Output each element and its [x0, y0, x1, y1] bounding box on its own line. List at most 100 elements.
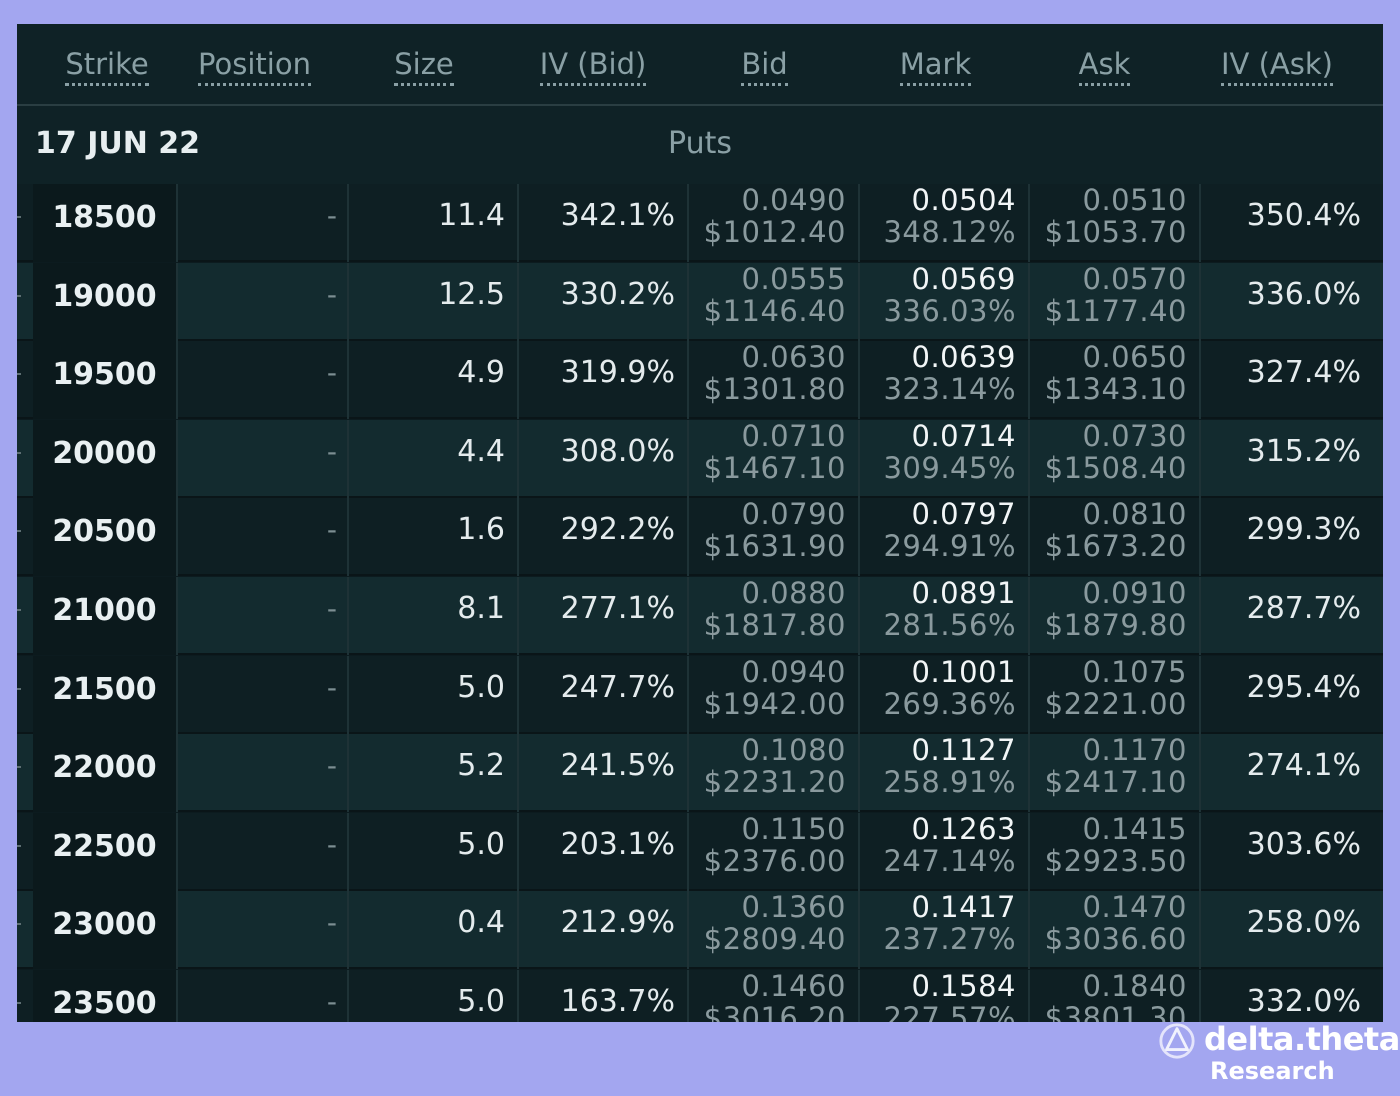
iv-ask-cell[interactable]: 299.3%	[1201, 498, 1369, 576]
row-edge-marker	[17, 341, 31, 419]
mark-cell: 0.0504 348.12%	[860, 184, 1030, 262]
ask-cell[interactable]: 0.0650 $1343.10	[1030, 341, 1201, 419]
col-header-iv-ask[interactable]: IV (Ask)	[1207, 46, 1347, 86]
mark-iv: 323.14%	[883, 372, 1016, 406]
bid-usd: $1146.40	[703, 294, 846, 328]
ask-cell[interactable]: 0.0730 $1508.40	[1030, 420, 1201, 498]
col-header-bid[interactable]: Bid	[717, 46, 812, 86]
ask-cell[interactable]: 0.0510 $1053.70	[1030, 184, 1201, 262]
ask-price: 0.0730	[1082, 419, 1187, 453]
table-row[interactable]: 23000-0.4 212.9% 0.1360 $2809.40 0.1417 237.2…	[17, 891, 1383, 969]
strike-cell[interactable]: 21500	[33, 656, 178, 734]
table-row[interactable]: 20500-1.6 292.2% 0.0790 $1631.90 0.0797 294.9…	[17, 498, 1383, 576]
row-edge-marker	[17, 577, 31, 655]
table-row[interactable]: 19000-12.5 330.2% 0.0555 $1146.40 0.0569 336.…	[17, 263, 1383, 341]
ask-cell[interactable]: 0.0570 $1177.40	[1030, 263, 1201, 341]
strike-cell[interactable]: 18500	[33, 184, 178, 262]
iv-ask-cell[interactable]: 303.6%	[1201, 813, 1369, 891]
position-cell: -	[178, 420, 349, 498]
ask-cell[interactable]: 0.0910 $1879.80	[1030, 577, 1201, 655]
bid-cell[interactable]: 0.1150 $2376.00	[689, 813, 860, 891]
iv-ask-cell[interactable]: 336.0%	[1201, 263, 1369, 341]
strike-cell[interactable]: 23500	[33, 970, 178, 1022]
strike-cell[interactable]: 22000	[33, 734, 178, 812]
table-row[interactable]: 20000-4.4 308.0% 0.0710 $1467.10 0.0714 309.4…	[17, 420, 1383, 498]
iv-ask-cell[interactable]: 274.1%	[1201, 734, 1369, 812]
ask-price: 0.1170	[1082, 733, 1187, 767]
ask-cell[interactable]: 0.1415 $2923.50	[1030, 813, 1201, 891]
col-header-ask[interactable]: Ask	[1057, 46, 1152, 86]
row-edge-marker	[17, 734, 31, 812]
size-cell: 11.4	[349, 184, 519, 262]
iv-bid-cell[interactable]: 203.1%	[519, 813, 689, 891]
col-header-strike[interactable]: Strike	[47, 46, 167, 86]
iv-ask-cell[interactable]: 315.2%	[1201, 420, 1369, 498]
bid-cell[interactable]: 0.1080 $2231.20	[689, 734, 860, 812]
mark-cell: 0.0891 281.56%	[860, 577, 1030, 655]
strike-cell[interactable]: 20000	[33, 420, 178, 498]
iv-bid-cell[interactable]: 319.9%	[519, 341, 689, 419]
col-header-size[interactable]: Size	[369, 46, 479, 86]
position-cell: -	[178, 184, 349, 262]
mark-price: 0.0569	[911, 262, 1016, 296]
iv-bid-cell[interactable]: 330.2%	[519, 263, 689, 341]
strike-cell[interactable]: 21000	[33, 577, 178, 655]
bid-cell[interactable]: 0.0630 $1301.80	[689, 341, 860, 419]
strike-cell[interactable]: 23000	[33, 891, 178, 969]
bid-cell[interactable]: 0.0790 $1631.90	[689, 498, 860, 576]
mark-cell: 0.0639 323.14%	[860, 341, 1030, 419]
iv-bid-cell[interactable]: 247.7%	[519, 656, 689, 734]
ask-price: 0.0650	[1082, 340, 1187, 374]
iv-ask-cell[interactable]: 295.4%	[1201, 656, 1369, 734]
iv-bid-cell[interactable]: 241.5%	[519, 734, 689, 812]
iv-bid-cell[interactable]: 277.1%	[519, 577, 689, 655]
ask-usd: $3801.30	[1044, 1001, 1187, 1022]
position-cell: -	[178, 891, 349, 969]
col-header-position[interactable]: Position	[187, 46, 322, 86]
ask-usd: $1053.70	[1044, 215, 1187, 249]
bid-cell[interactable]: 0.1460 $3016.20	[689, 970, 860, 1022]
size-cell: 5.0	[349, 656, 519, 734]
iv-bid-cell[interactable]: 212.9%	[519, 891, 689, 969]
ask-cell[interactable]: 0.0810 $1673.20	[1030, 498, 1201, 576]
ask-cell[interactable]: 0.1470 $3036.60	[1030, 891, 1201, 969]
table-row[interactable]: 19500-4.9 319.9% 0.0630 $1301.80 0.0639 323.1…	[17, 341, 1383, 419]
iv-ask-cell[interactable]: 332.0%	[1201, 970, 1369, 1022]
table-row[interactable]: 23500-5.0 163.7% 0.1460 $3016.20 0.1584 227.5…	[17, 970, 1383, 1022]
strike-cell[interactable]: 19500	[33, 341, 178, 419]
strike-cell[interactable]: 22500	[33, 813, 178, 891]
iv-bid-cell[interactable]: 292.2%	[519, 498, 689, 576]
ask-cell[interactable]: 0.1170 $2417.10	[1030, 734, 1201, 812]
iv-bid-cell[interactable]: 163.7%	[519, 970, 689, 1022]
table-row[interactable]: 22500-5.0 203.1% 0.1150 $2376.00 0.1263 247.1…	[17, 813, 1383, 891]
table-row[interactable]: 21500-5.0 247.7% 0.0940 $1942.00 0.1001 269.3…	[17, 656, 1383, 734]
bid-cell[interactable]: 0.1360 $2809.40	[689, 891, 860, 969]
bid-cell[interactable]: 0.0555 $1146.40	[689, 263, 860, 341]
ask-cell[interactable]: 0.1840 $3801.30	[1030, 970, 1201, 1022]
table-row[interactable]: 22000-5.2 241.5% 0.1080 $2231.20 0.1127 258.9…	[17, 734, 1383, 812]
iv-ask-cell[interactable]: 327.4%	[1201, 341, 1369, 419]
iv-ask-cell[interactable]: 258.0%	[1201, 891, 1369, 969]
col-header-iv-bid[interactable]: IV (Bid)	[523, 46, 663, 86]
table-row[interactable]: 18500-11.4 342.1% 0.0490 $1012.40 0.0504 348.…	[17, 184, 1383, 262]
iv-bid-cell[interactable]: 342.1%	[519, 184, 689, 262]
ask-cell[interactable]: 0.1075 $2221.00	[1030, 656, 1201, 734]
bid-cell[interactable]: 0.0880 $1817.80	[689, 577, 860, 655]
table-row[interactable]: 21000-8.1 277.1% 0.0880 $1817.80 0.0891 281.5…	[17, 577, 1383, 655]
mark-iv: 281.56%	[883, 608, 1016, 642]
iv-bid-cell[interactable]: 308.0%	[519, 420, 689, 498]
mark-cell: 0.0569 336.03%	[860, 263, 1030, 341]
position-cell: -	[178, 341, 349, 419]
bid-price: 0.0555	[741, 262, 846, 296]
bid-cell[interactable]: 0.0940 $1942.00	[689, 656, 860, 734]
iv-ask-cell[interactable]: 350.4%	[1201, 184, 1369, 262]
ask-price: 0.0910	[1082, 576, 1187, 610]
bid-cell[interactable]: 0.0710 $1467.10	[689, 420, 860, 498]
iv-ask-cell[interactable]: 287.7%	[1201, 577, 1369, 655]
strike-cell[interactable]: 20500	[33, 498, 178, 576]
bid-cell[interactable]: 0.0490 $1012.40	[689, 184, 860, 262]
col-header-mark[interactable]: Mark	[883, 46, 988, 86]
strike-cell[interactable]: 19000	[33, 263, 178, 341]
bid-usd: $1942.00	[703, 687, 846, 721]
bid-price: 0.1460	[741, 969, 846, 1003]
